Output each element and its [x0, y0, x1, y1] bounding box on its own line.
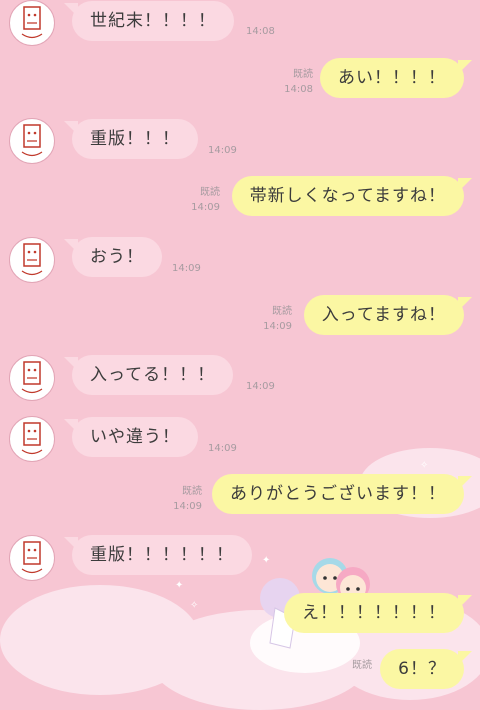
avatar[interactable]	[9, 0, 55, 46]
stamp-face-icon	[21, 541, 43, 574]
stamp-face-icon	[21, 6, 43, 39]
stamp-face-icon	[21, 243, 43, 276]
message-time: 14:09	[173, 501, 202, 512]
message-time: 14:08	[284, 84, 313, 95]
read-receipt: 既読	[200, 187, 220, 198]
avatar[interactable]	[9, 416, 55, 462]
avatar[interactable]	[9, 535, 55, 581]
stamp-face-icon	[21, 361, 43, 394]
message-time: 14:09	[191, 202, 220, 213]
message-bubble[interactable]: 入ってますね！	[303, 295, 473, 335]
message-bubble[interactable]: 6！？	[380, 649, 472, 689]
sparkle-icon: ✦	[175, 580, 184, 591]
read-receipt: 既読	[293, 69, 313, 80]
message-bubble[interactable]: 重版！！！！！！	[64, 535, 252, 575]
stamp-face-icon	[21, 124, 43, 157]
avatar[interactable]	[9, 355, 55, 401]
read-receipt: 既読	[182, 486, 202, 497]
avatar[interactable]	[9, 118, 55, 164]
stamp-face-icon	[21, 422, 43, 455]
message-bubble[interactable]: え！！！！！！！	[284, 593, 472, 633]
message-bubble[interactable]: いや違う！	[64, 417, 198, 457]
message-time: 14:09	[246, 381, 275, 392]
message-time: 14:09	[263, 321, 292, 332]
sparkle-icon: ✧	[420, 460, 429, 471]
message-bubble[interactable]: 世紀末！！！！	[64, 1, 234, 41]
message-time: 14:08	[246, 26, 275, 37]
message-time: 14:09	[172, 263, 201, 274]
message-bubble[interactable]: あい！！！！	[320, 58, 472, 98]
read-receipt: 既読	[272, 306, 292, 317]
message-time: 14:09	[208, 145, 237, 156]
message-bubble[interactable]: ありがとうございます！！	[212, 474, 472, 514]
sparkle-icon: ✧	[190, 600, 199, 611]
message-bubble[interactable]: 帯新しくなってますね！	[231, 176, 473, 216]
message-time: 14:09	[208, 443, 237, 454]
message-bubble[interactable]: 入ってる！！！	[63, 355, 234, 395]
read-receipt: 既読	[352, 660, 372, 671]
avatar[interactable]	[9, 237, 55, 283]
chat-area[interactable]: ✦ ✦ ✧ ✧ 世紀末！！！！ 14:08 既読 14:08 あい！！！！ 重版…	[0, 0, 480, 710]
message-bubble[interactable]: 重版！！！	[64, 119, 198, 159]
message-bubble[interactable]: おう！	[64, 237, 162, 277]
